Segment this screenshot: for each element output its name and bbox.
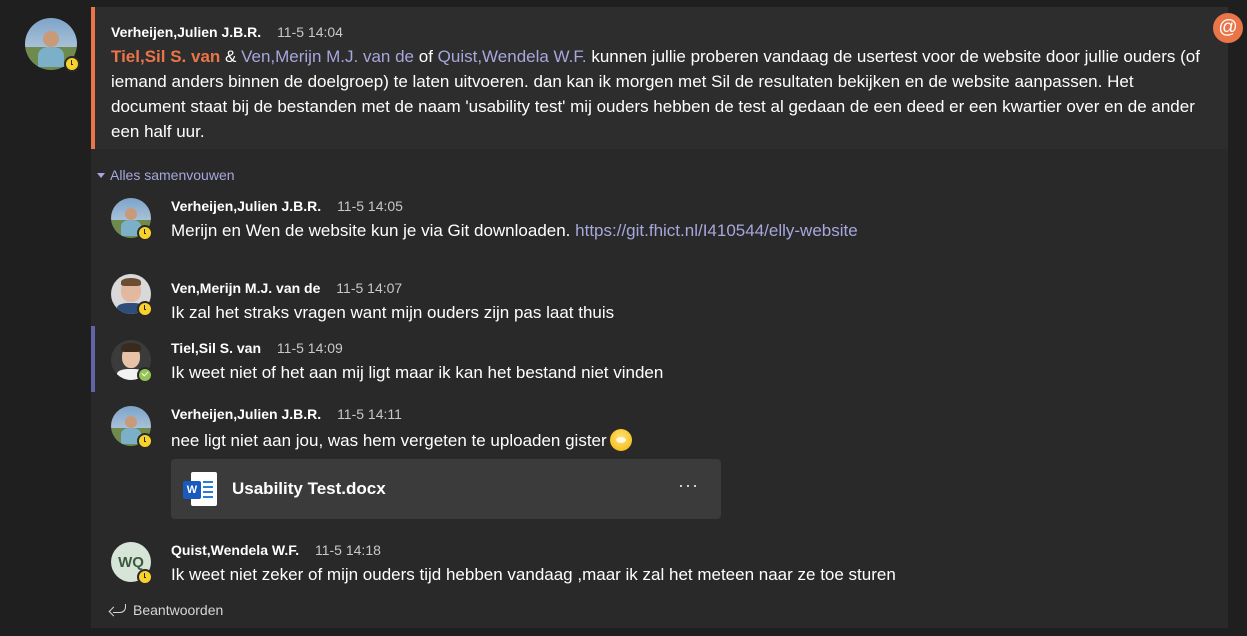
message-header: Verheijen,Julien J.B.R. 11-5 14:05	[171, 198, 403, 214]
message-text: Ik weet niet of het aan mij ligt maar ik…	[171, 363, 664, 382]
status-away-icon	[137, 301, 153, 317]
status-away-icon	[137, 433, 153, 449]
avatar-photo-head	[125, 416, 137, 428]
message-thread: Verheijen,Julien J.B.R. 11-5 14:04 Tiel,…	[91, 7, 1228, 628]
timestamp: 11-5 14:04	[277, 24, 343, 40]
mention-quist[interactable]: Quist,Wendela W.F.	[438, 47, 587, 66]
message-body: Tiel,Sil S. van & Ven,Merijn M.J. van de…	[111, 44, 1201, 144]
mention-badge-icon: @	[1213, 13, 1243, 43]
word-file-icon: W	[183, 472, 217, 508]
author-name[interactable]: Tiel,Sil S. van	[171, 340, 261, 356]
reply-label: Beantwoorden	[133, 602, 224, 618]
message-text: nee ligt niet aan jou, was hem vergeten …	[171, 431, 607, 450]
mention-separator: &	[220, 47, 242, 66]
reply-message: Ven,Merijn M.J. van de 11-5 14:07 Ik zal…	[91, 266, 1228, 326]
message-body: Ik weet niet zeker of mijn ouders tijd h…	[171, 562, 896, 587]
message-text: Ik zal het straks vragen want mijn ouder…	[171, 303, 615, 322]
file-attachment-card[interactable]: W Usability Test.docx ···	[171, 459, 721, 519]
file-name[interactable]: Usability Test.docx	[232, 479, 386, 499]
message-header: Ven,Merijn M.J. van de 11-5 14:07	[171, 280, 402, 296]
status-away-icon	[137, 569, 153, 585]
reply-message: Tiel,Sil S. van 11-5 14:09 Ik weet niet …	[91, 326, 1228, 392]
author-name[interactable]: Verheijen,Julien J.B.R.	[171, 198, 321, 214]
avatar-photo-body	[38, 46, 64, 68]
avatar-photo-head	[125, 208, 137, 220]
message-header: Tiel,Sil S. van 11-5 14:09	[171, 340, 343, 356]
timestamp: 11-5 14:05	[337, 198, 403, 214]
mention-separator: of	[414, 47, 438, 66]
reply-arrow-icon	[109, 604, 126, 616]
message-header: Verheijen,Julien J.B.R. 11-5 14:11	[171, 406, 402, 422]
avatar-hair	[121, 343, 141, 352]
word-badge: W	[183, 481, 201, 499]
avatar-photo-head	[43, 31, 59, 47]
message-header: Verheijen,Julien J.B.R. 11-5 14:04	[111, 24, 343, 40]
message-body: nee ligt niet aan jou, was hem vergeten …	[171, 428, 632, 453]
reply-button[interactable]: Beantwoorden	[109, 602, 223, 618]
smile-emoji-icon	[609, 429, 632, 451]
message-body: Ik weet niet of het aan mij ligt maar ik…	[171, 360, 663, 385]
message-body: Ik zal het straks vragen want mijn ouder…	[171, 300, 614, 325]
mention-tiel[interactable]: Tiel,Sil S. van	[111, 47, 220, 66]
author-name[interactable]: Verheijen,Julien J.B.R.	[111, 24, 261, 40]
status-online-icon	[137, 367, 153, 383]
author-name[interactable]: Quist,Wendela W.F.	[171, 542, 299, 558]
message-text: Merijn en Wen de website kun je via Git …	[171, 221, 576, 240]
status-away-icon	[64, 56, 80, 72]
message-body: Merijn en Wen de website kun je via Git …	[171, 218, 858, 243]
git-link[interactable]: https://git.fhict.nl/I410544/elly-websit…	[575, 221, 858, 240]
collapse-label: Alles samenvouwen	[110, 167, 235, 183]
timestamp: 11-5 14:09	[276, 340, 343, 356]
caret-down-icon	[97, 172, 105, 178]
reply-message: Verheijen,Julien J.B.R. 11-5 14:05 Merij…	[91, 190, 1228, 250]
status-away-icon	[137, 225, 153, 241]
timestamp: 11-5 14:18	[314, 542, 381, 558]
avatar-hair	[121, 278, 141, 286]
timestamp: 11-5 14:11	[337, 406, 402, 422]
collapse-all-button[interactable]: Alles samenvouwen	[97, 167, 235, 183]
more-options-icon[interactable]: ···	[678, 475, 699, 496]
reply-message: WQ Quist,Wendela W.F. 11-5 14:18 Ik weet…	[91, 534, 1228, 594]
mention-ven[interactable]: Ven,Merijn M.J. van de	[241, 47, 414, 66]
timestamp: 11-5 14:07	[336, 280, 403, 296]
author-name[interactable]: Verheijen,Julien J.B.R.	[171, 406, 321, 422]
message-header: Quist,Wendela W.F. 11-5 14:18	[171, 542, 381, 558]
message-text: Ik weet niet zeker of mijn ouders tijd h…	[171, 565, 896, 584]
root-message: Verheijen,Julien J.B.R. 11-5 14:04 Tiel,…	[91, 7, 1228, 149]
author-name[interactable]: Ven,Merijn M.J. van de	[171, 280, 320, 296]
